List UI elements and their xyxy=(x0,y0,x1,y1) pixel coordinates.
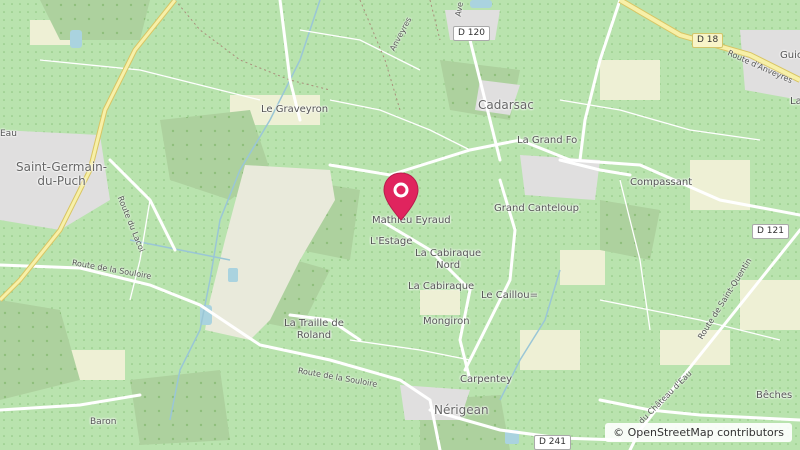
attribution-text[interactable]: © OpenStreetMap contributors xyxy=(613,426,784,439)
place-guic: Guic xyxy=(780,50,800,61)
place-la-cabiraque: La Cabiraque xyxy=(408,281,475,292)
place-la-edge: La xyxy=(790,96,800,107)
place-nerigean: Nérigean xyxy=(434,403,489,417)
map-attribution[interactable]: © OpenStreetMap contributors xyxy=(605,423,792,442)
place-l-estage: L'Estage xyxy=(370,236,413,247)
place-compassant: Compassant xyxy=(630,177,693,188)
place-beches: Bêches xyxy=(756,390,793,401)
shield-d18: D 18 xyxy=(692,33,724,48)
map-view[interactable]: Saint-Germain- du-Puch Le Graveyron Cada… xyxy=(0,0,800,450)
place-baron: Baron xyxy=(90,417,117,427)
place-grand-canteloup: Grand Canteloup xyxy=(494,203,579,214)
place-cadarsac: Cadarsac xyxy=(478,98,534,112)
place-le-graveyron: Le Graveyron xyxy=(261,104,329,115)
shield-d120: D 120 xyxy=(453,26,490,41)
place-carpentey: Carpentey xyxy=(460,374,513,385)
place-la-traille-de-roland: La Traille de Roland xyxy=(284,318,344,341)
place-la-cabiraque-nord: La Cabiraque Nord xyxy=(415,248,482,271)
place-le-caillou: Le Caillou= xyxy=(481,290,539,301)
place-saint-germain: Saint-Germain- du-Puch xyxy=(16,160,108,188)
place-mongiron: Mongiron xyxy=(423,316,470,327)
shield-d121: D 121 xyxy=(752,224,789,239)
shield-d241: D 241 xyxy=(534,435,571,450)
place-la-grand-fo: La Grand Fo xyxy=(517,135,578,146)
location-pin-icon[interactable] xyxy=(382,172,420,222)
place-eau-edge: Eau xyxy=(0,129,17,139)
